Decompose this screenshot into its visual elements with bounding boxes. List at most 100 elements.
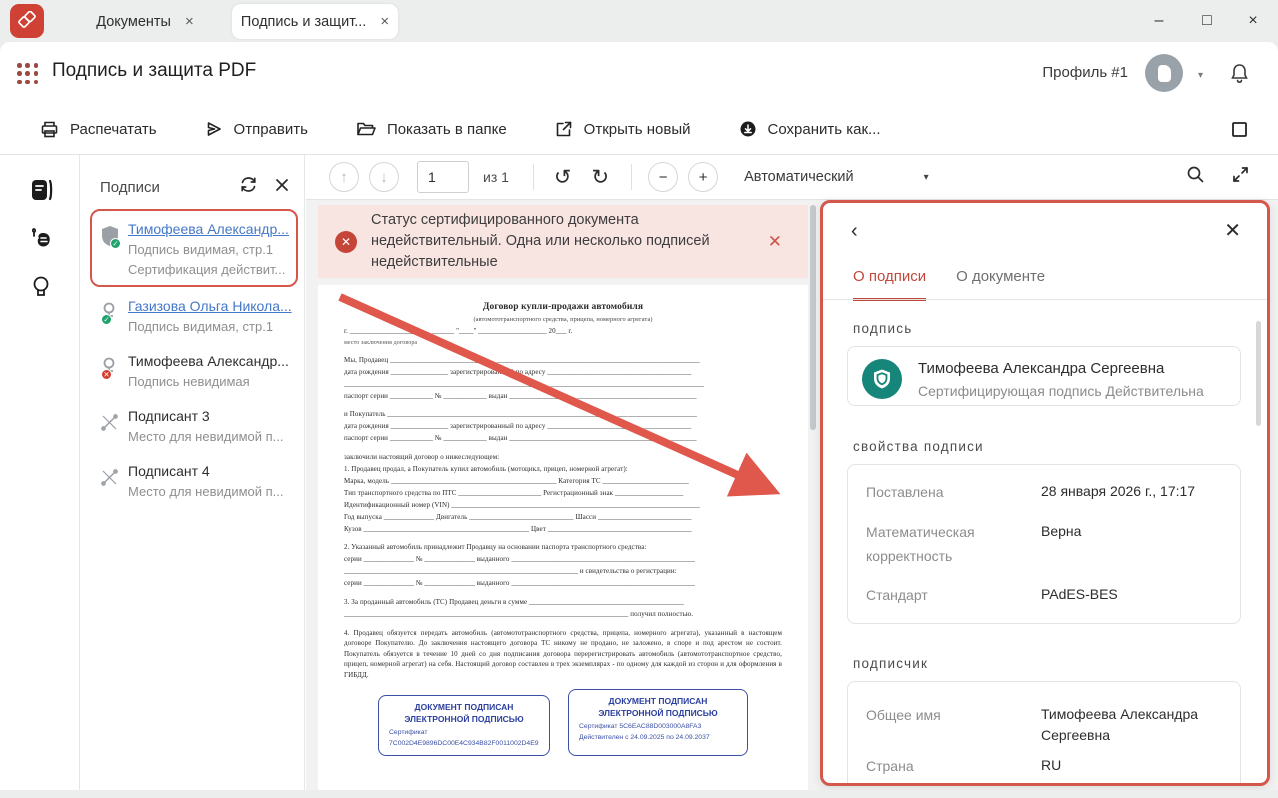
- tab-documents[interactable]: Документы ×: [60, 4, 230, 39]
- print-button[interactable]: Распечатать: [40, 120, 157, 139]
- fullscreen-icon[interactable]: [1231, 165, 1250, 189]
- page-count-label: из 1: [483, 169, 509, 185]
- subscriber-row: Общее имя Тимофеева Александра Сергеевна: [848, 704, 1240, 746]
- profile-label: Профиль #1: [1042, 64, 1128, 81]
- signature-name-link[interactable]: Газизова Ольга Никола...: [128, 298, 300, 314]
- section-signature: подпись: [853, 321, 912, 336]
- signatures-panel-close-icon[interactable]: [274, 177, 290, 198]
- show-in-folder-button[interactable]: Показать в папке: [356, 120, 507, 138]
- property-row: Поставлена 28 января 2026 г., 17:17: [848, 481, 1240, 505]
- refresh-icon[interactable]: [239, 175, 258, 199]
- signature-item-1[interactable]: ✓ Тимофеева Александр... Подпись видимая…: [86, 221, 300, 277]
- signature-name[interactable]: Подписант 4: [128, 463, 300, 479]
- section-properties: свойства подписи: [853, 439, 984, 454]
- signature-name[interactable]: Подписант 3: [128, 408, 300, 424]
- properties-card: Поставлена 28 января 2026 г., 17:17 Мате…: [847, 464, 1241, 624]
- zoom-out-button[interactable]: −: [648, 162, 678, 192]
- tab-about-signature[interactable]: О подписи: [853, 268, 926, 301]
- window-minimize-button[interactable]: –: [1136, 0, 1182, 42]
- search-icon[interactable]: [1186, 165, 1205, 189]
- window-maximize-button[interactable]: □: [1184, 0, 1230, 42]
- zoom-mode-value: Автоматический: [744, 169, 853, 185]
- rotate-right-icon[interactable]: ↻: [592, 167, 610, 188]
- app-header: Подпись и защита PDF Профиль #1 ▾: [0, 42, 1278, 104]
- open-new-button[interactable]: Открыть новый: [555, 120, 691, 138]
- shield-badge-icon: [862, 359, 902, 399]
- signature-sub: Место для невидимой п...: [128, 429, 300, 444]
- signature-item-3[interactable]: ✕ Тимофеева Александр... Подпись невидим…: [86, 353, 300, 389]
- panel-toggle-button[interactable]: [1231, 121, 1248, 138]
- apps-grid-icon[interactable]: [17, 63, 39, 85]
- signature-name-link[interactable]: Тимофеева Александр...: [128, 221, 300, 237]
- save-icon: [739, 120, 757, 138]
- no-signature-icon: [99, 411, 121, 435]
- tab-bar: Документы × Подпись и защит... × – □ ×: [0, 0, 1278, 42]
- page-title: Подпись и защита PDF: [52, 60, 256, 82]
- details-close-icon[interactable]: ✕: [1224, 218, 1241, 243]
- attachments-rail-icon[interactable]: [28, 225, 54, 251]
- tab-documents-label: Документы: [96, 14, 171, 30]
- signature-item-4[interactable]: Подписант 3 Место для невидимой п...: [86, 408, 300, 444]
- page-up-button[interactable]: ↑: [329, 162, 359, 192]
- signer-status: Сертифицирующая подпись Действительна: [918, 383, 1204, 399]
- avatar[interactable]: [1145, 54, 1183, 92]
- left-rail: [0, 155, 80, 790]
- stamp-1: ДОКУМЕНТ ПОДПИСАН ЭЛЕКТРОННОЙ ПОДПИСЬЮ С…: [378, 695, 550, 756]
- error-banner-text: Статус сертифицированного документа неде…: [371, 210, 726, 273]
- zoom-in-button[interactable]: +: [688, 162, 718, 192]
- printer-icon: [40, 120, 59, 139]
- signature-sub: Место для невидимой п...: [128, 484, 300, 499]
- tab-sign-protect-label: Подпись и защит...: [241, 14, 366, 30]
- save-as-label: Сохранить как...: [768, 121, 881, 138]
- tab-sign-protect[interactable]: Подпись и защит... ×: [232, 4, 398, 39]
- viewer-toolbar: ↑ ↓ из 1 ↺ ↻ − + Автоматический ▾: [306, 155, 1278, 200]
- error-banner: ✕ Статус сертифицированного документа не…: [318, 205, 808, 278]
- folder-icon: [356, 120, 376, 138]
- window-bottom-edge: [0, 790, 1278, 798]
- stamp-2: ДОКУМЕНТ ПОДПИСАН ЭЛЕКТРОННОЙ ПОДПИСЬЮ С…: [568, 689, 748, 756]
- no-signature-icon: [99, 466, 121, 490]
- document-toolbar: Распечатать Отправить Показать в папке О…: [0, 104, 1278, 155]
- send-icon: [205, 120, 223, 138]
- contract-text: Договор купли-продажи автомобиля(автомот…: [344, 299, 782, 680]
- rotate-left-icon[interactable]: ↺: [554, 167, 572, 188]
- send-label: Отправить: [234, 121, 308, 138]
- signatures-rail-icon[interactable]: [28, 177, 54, 203]
- details-scrollbar[interactable]: [1256, 321, 1261, 426]
- subscriber-row: Страна RU: [848, 755, 1240, 779]
- signature-stamps: ДОКУМЕНТ ПОДПИСАН ЭЛЕКТРОННОЙ ПОДПИСЬЮ С…: [378, 689, 782, 756]
- profile-chevron-down-icon[interactable]: ▾: [1198, 70, 1203, 81]
- notifications-bell-icon[interactable]: [1229, 62, 1250, 89]
- signer-name: Тимофеева Александра Сергеевна: [918, 360, 1204, 377]
- window-close-button[interactable]: ×: [1230, 0, 1276, 42]
- signature-name[interactable]: Тимофеева Александр...: [128, 353, 300, 369]
- send-button[interactable]: Отправить: [205, 120, 308, 138]
- signatures-panel: Подписи: [80, 155, 305, 790]
- signature-sub: Подпись видимая, стр.1: [128, 242, 300, 257]
- viewer-scrollbar[interactable]: [810, 205, 816, 430]
- error-icon: ✕: [335, 231, 357, 253]
- signature-item-2[interactable]: ✓ Газизова Ольга Никола... Подпись видим…: [86, 298, 300, 334]
- panel-square-icon: [1231, 121, 1248, 138]
- back-chevron-icon[interactable]: ‹: [851, 220, 858, 243]
- chevron-down-icon: ▾: [924, 172, 929, 183]
- pdf-page[interactable]: Договор купли-продажи автомобиля(автомот…: [318, 285, 808, 790]
- save-as-button[interactable]: Сохранить как...: [739, 120, 881, 138]
- property-row: Математическая корректность Верна: [848, 521, 1240, 569]
- zoom-mode-select[interactable]: Автоматический ▾: [744, 169, 929, 185]
- page-down-button[interactable]: ↓: [369, 162, 399, 192]
- tab-sign-protect-close-icon[interactable]: ×: [380, 14, 389, 29]
- error-banner-close-icon[interactable]: ✕: [768, 232, 782, 252]
- shield-check-icon: ✓: [99, 224, 121, 248]
- tab-about-document[interactable]: О документе: [956, 268, 1045, 301]
- signature-sub: Подпись видимая, стр.1: [128, 319, 300, 334]
- tab-documents-close-icon[interactable]: ×: [185, 14, 194, 29]
- signer-card: Тимофеева Александра Сергеевна Сертифици…: [847, 346, 1241, 406]
- page-number-input[interactable]: [417, 161, 469, 193]
- section-subscriber: подписчик: [853, 656, 928, 671]
- app-window: Документы × Подпись и защит... × – □ × П…: [0, 0, 1278, 798]
- signature-sub2: Сертификация действит...: [128, 262, 300, 277]
- certificate-rail-icon[interactable]: [28, 273, 54, 299]
- signature-item-5[interactable]: Подписант 4 Место для невидимой п...: [86, 463, 300, 499]
- subscriber-card: Общее имя Тимофеева Александра Сергеевна…: [847, 681, 1241, 786]
